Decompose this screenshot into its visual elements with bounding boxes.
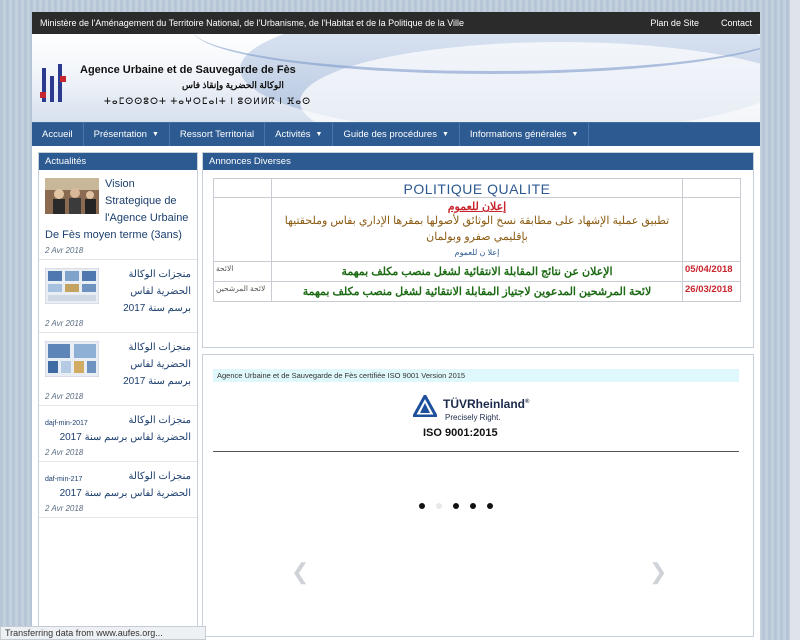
row-image-alt[interactable]: لائحة المرشحين <box>213 281 272 302</box>
main-content: Annonces Diverses POLITIQUE QUALITE إعلا… <box>202 152 754 637</box>
agency-name-fr: Agence Urbaine et de Sauvegarde de Fès <box>80 64 296 76</box>
news-date: 2 Avr 2018 <box>45 448 84 457</box>
slider-dot[interactable] <box>453 503 459 509</box>
news-image-alt[interactable]: dajf-min-2017 <box>45 420 97 427</box>
list-item[interactable]: منجزات الوكالة الحضرية لفاس برسم سنة 201… <box>39 333 197 406</box>
ministry-name: Ministère de l'Aménagement du Territoire… <box>40 18 465 28</box>
list-item[interactable]: dajf-min-2017 منجزات الوكالة الحضرية لفا… <box>39 406 197 462</box>
news-date: 2 Avr 2018 <box>45 392 84 401</box>
tuv-triangle-icon <box>413 395 437 417</box>
tuv-logo: TÜVRheinland® Precisely Right. ISO 9001:… <box>413 393 553 443</box>
site-map-link[interactable]: Plan de Site <box>650 18 699 28</box>
nav-informations-generales[interactable]: Informations générales ▼ <box>460 123 590 146</box>
news-thumbnail-icon[interactable] <box>45 178 99 214</box>
news-image-alt[interactable]: daf-min-217 <box>45 476 97 483</box>
list-item[interactable]: Vision Strategique de l'Agence Urbaine D… <box>39 170 197 260</box>
table-cell: POLITIQUE QUALITE <box>271 178 683 198</box>
notice-link[interactable]: إعلا ن للعموم <box>278 248 676 257</box>
sidebar-title: Actualités <box>39 153 197 170</box>
slider-dot[interactable] <box>419 503 425 509</box>
announcement-date: 26/03/2018 <box>682 281 741 302</box>
agency-name-tifinagh: ⵜⴰⵎⵙⵙⵓⵔⵜ ⵜⴰⵖⵔⵎⴰⵏⵜ ⵏ ⵓⵙⵍⵍⴽ ⵏ ⴼⴰⵙ <box>104 96 312 106</box>
table-cell <box>213 197 272 262</box>
nav-activites[interactable]: Activités ▼ <box>265 123 334 146</box>
nav-label: Guide des procédures <box>343 129 437 140</box>
report-thumbnail-icon[interactable] <box>45 268 99 304</box>
chevron-down-icon: ▼ <box>315 131 323 138</box>
chevron-down-icon: ▼ <box>571 131 579 138</box>
table-cell: إعلان للعموم تطبيق عملية الإشهاد على مطا… <box>271 197 683 262</box>
table-row: لائحة المرشحين لائحة المرشحين المدعوين ل… <box>213 281 741 302</box>
report-thumbnail-icon[interactable] <box>45 341 99 377</box>
annonces-table: POLITIQUE QUALITE إعلان للعموم تطبيق عمل… <box>213 178 741 302</box>
list-item[interactable]: منجزات الوكالة الحضرية لفاس برسم سنة 201… <box>39 260 197 333</box>
nav-label: Informations générales <box>469 129 567 140</box>
table-cell: لائحة المرشحين المدعوين لاجتياز المقابلة… <box>271 281 683 302</box>
news-title[interactable]: منجزات الوكالة الحضرية لفاس برسم سنة 201… <box>45 468 191 502</box>
chevron-down-icon: ▼ <box>441 131 449 138</box>
certification-slider: Agence Urbaine et de Sauvegarde de Fès c… <box>202 354 754 637</box>
row-image-alt[interactable]: الائحة <box>213 261 272 282</box>
table-cell <box>682 178 741 198</box>
slider-dot[interactable] <box>436 503 442 509</box>
table-row: الائحة الإعلان عن نتائج المقابلة الانتقا… <box>213 261 741 282</box>
quality-policy-title[interactable]: POLITIQUE QUALITE <box>272 179 682 197</box>
chevron-right-icon[interactable]: ❯ <box>649 559 667 585</box>
main-nav: Accueil Présentation ▼ Ressort Territoria… <box>32 122 760 146</box>
slider-dot[interactable] <box>470 503 476 509</box>
tuv-brand: TÜVRheinland® <box>443 397 530 411</box>
slider-dots <box>419 503 493 509</box>
announcement-link[interactable]: الإعلان عن نتائج المقابلة الانتقائية لشغ… <box>272 262 682 281</box>
nav-label: Ressort Territorial <box>179 129 255 140</box>
list-item[interactable]: daf-min-217 منجزات الوكالة الحضرية لفاس … <box>39 462 197 518</box>
chevron-down-icon: ▼ <box>151 131 159 138</box>
annonces-panel: Annonces Diverses POLITIQUE QUALITE إعلا… <box>202 152 754 348</box>
nav-label: Activités <box>275 129 311 140</box>
news-sidebar: Actualités Vision Strategique de l'Agenc… <box>38 152 198 640</box>
slider-dot[interactable] <box>487 503 493 509</box>
divider <box>213 451 739 452</box>
scrollbar[interactable] <box>790 0 800 640</box>
chevron-left-icon[interactable]: ❮ <box>291 559 309 585</box>
contact-link[interactable]: Contact <box>721 18 752 28</box>
browser-status-bar: Transferring data from www.aufes.org... <box>0 626 206 640</box>
notice-heading[interactable]: إعلان للعموم <box>278 200 676 213</box>
news-date: 2 Avr 2018 <box>45 319 84 328</box>
agency-name-ar: الوكالة الحضرية وإنقاذ فاس <box>182 80 284 90</box>
agency-logo-icon[interactable] <box>40 62 68 106</box>
table-cell <box>213 178 272 198</box>
announcement-link[interactable]: لائحة المرشحين المدعوين لاجتياز المقابلة… <box>272 282 682 301</box>
certification-caption: Agence Urbaine et de Sauvegarde de Fès c… <box>213 369 739 382</box>
nav-ressort-territorial[interactable]: Ressort Territorial <box>170 123 266 146</box>
notice-body[interactable]: تطبيق عملية الإشهاد على مطابقة نسخ الوثا… <box>278 213 676 245</box>
iso-standard: ISO 9001:2015 <box>423 427 498 439</box>
announcement-date: 05/04/2018 <box>682 261 741 282</box>
news-date: 2 Avr 2018 <box>45 504 84 513</box>
table-cell <box>682 197 741 262</box>
nav-accueil[interactable]: Accueil <box>32 123 84 146</box>
nav-label: Présentation <box>93 129 147 140</box>
top-bar: Ministère de l'Aménagement du Territoire… <box>32 12 760 34</box>
table-cell: الإعلان عن نتائج المقابلة الانتقائية لشغ… <box>271 261 683 282</box>
public-notice: إعلان للعموم تطبيق عملية الإشهاد على مطا… <box>272 198 682 261</box>
tuv-tagline: Precisely Right. <box>445 413 501 422</box>
news-date: 2 Avr 2018 <box>45 246 84 255</box>
nav-label: Accueil <box>42 129 73 140</box>
annonces-title: Annonces Diverses <box>203 153 753 170</box>
nav-presentation[interactable]: Présentation ▼ <box>84 123 170 146</box>
header-banner: Agence Urbaine et de Sauvegarde de Fès ا… <box>32 34 760 122</box>
tuv-brand-text: TÜVRheinland <box>443 397 526 411</box>
news-title[interactable]: منجزات الوكالة الحضرية لفاس برسم سنة 201… <box>45 412 191 446</box>
nav-guide-procedures[interactable]: Guide des procédures ▼ <box>333 123 460 146</box>
